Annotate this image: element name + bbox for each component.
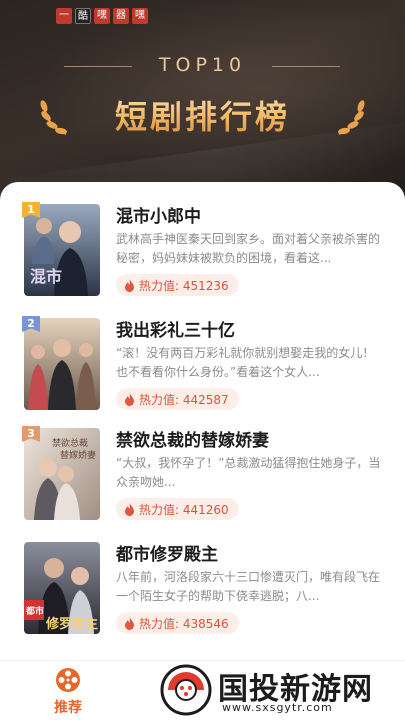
drama-description: 八年前，河洛段家六十三口惨遭灭门，唯有段飞在一个陌生女子的帮助下侥幸逃脱；八..…	[116, 570, 381, 603]
list-item[interactable]: 都市 修罗殿主 都市修罗殿主 八年前，河洛段家六十三口惨遭灭门，唯有段飞在一个陌…	[0, 542, 405, 652]
drama-title[interactable]: 都市修罗殿主	[116, 540, 218, 565]
brand-char: 一	[56, 8, 72, 24]
drama-poster[interactable]: 混市	[24, 204, 100, 296]
flame-icon	[125, 392, 134, 406]
heat-value: 热力值: 438546	[139, 616, 229, 631]
list-item[interactable]: 混市 1 混市小郎中 武林高手神医秦天回到家乡。面对着父亲被杀害的秘密，妈妈妹妹…	[0, 202, 405, 314]
svg-text:替嫁娇妻: 替嫁娇妻	[60, 449, 96, 461]
drama-title[interactable]: 我出彩礼三十亿	[116, 316, 235, 341]
tab-recommend[interactable]: 推荐	[40, 665, 96, 719]
svg-text:禁欲总裁: 禁欲总裁	[52, 437, 88, 449]
brand-char: 嘿	[132, 8, 148, 24]
site-watermark: 国投新游网 www.sxsgytr.com	[158, 660, 405, 720]
brand-char: 器	[113, 8, 129, 24]
list-item[interactable]: 禁欲总裁 替嫁娇妻 3 禁欲总裁的替嫁娇妻 “大叔，我怀孕了！”总裁激动猛得抱住…	[0, 426, 405, 538]
svg-text:都市: 都市	[25, 605, 44, 617]
brand-char: 嘿	[94, 8, 110, 24]
tab-label: 推荐	[54, 700, 82, 716]
drama-poster[interactable]: 禁欲总裁 替嫁娇妻	[24, 428, 100, 520]
watermark-url: www.sxsgytr.com	[222, 701, 333, 714]
header-banner: 一 酷 嘿 器 嘿 TOP10 短剧排行榜	[0, 0, 405, 200]
heat-badge: 热力值: 441260	[116, 498, 239, 520]
drama-poster[interactable]: 都市 修罗殿主	[24, 542, 100, 634]
drama-title[interactable]: 禁欲总裁的替嫁娇妻	[116, 426, 269, 451]
drama-description: 武林高手神医秦天回到家乡。面对着父亲被杀害的秘密，妈妈妹妹被欺负的困境，看着这.…	[116, 232, 381, 265]
flame-icon	[125, 502, 134, 516]
list-item[interactable]: 2 我出彩礼三十亿 “滚！没有两百万彩礼就你就别想娶走我的女儿！也不看看你什么身…	[0, 316, 405, 428]
laurel-right-icon	[338, 100, 365, 135]
svg-text:混市: 混市	[30, 267, 62, 286]
svg-text:修罗殿主: 修罗殿主	[45, 616, 98, 632]
drama-description: “滚！没有两百万彩礼就你就别想娶走我的女儿！也不看看你什么身份。”看着这个女人.…	[116, 346, 375, 379]
heat-badge: 热力值: 438546	[116, 612, 239, 634]
watermark-logo-icon	[160, 664, 212, 716]
film-reel-icon	[56, 668, 80, 692]
heat-value: 热力值: 441260	[139, 502, 229, 517]
heat-value: 热力值: 451236	[139, 278, 229, 293]
brand-char: 酷	[75, 8, 91, 24]
drama-title[interactable]: 混市小郎中	[116, 202, 201, 227]
flame-icon	[125, 278, 134, 292]
drama-poster[interactable]	[24, 318, 100, 410]
ranking-list: 混市 1 混市小郎中 武林高手神医秦天回到家乡。面对着父亲被杀害的秘密，妈妈妹妹…	[0, 182, 405, 660]
top10-label: TOP10	[158, 54, 247, 76]
brand-logo: 一 酷 嘿 器 嘿	[56, 8, 148, 24]
heat-value: 热力值: 442587	[139, 392, 229, 407]
divider-right	[272, 66, 340, 67]
flame-icon	[125, 616, 134, 630]
heat-badge: 热力值: 442587	[116, 388, 239, 410]
drama-description: “大叔，我怀孕了！”总裁激动猛得抱住她身子，当众亲吻她...	[116, 456, 381, 489]
heat-badge: 热力值: 451236	[116, 274, 239, 296]
